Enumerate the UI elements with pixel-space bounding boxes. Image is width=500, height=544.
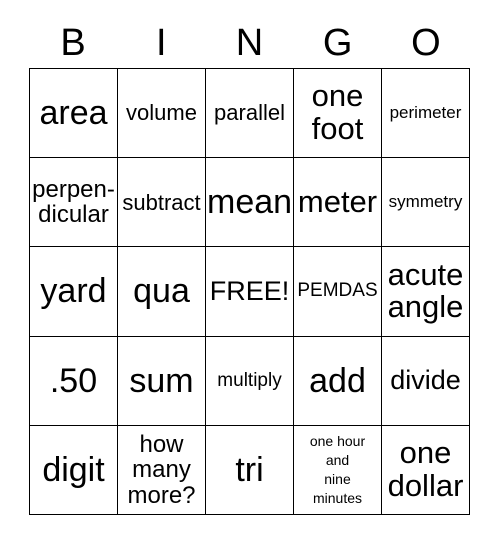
bingo-cell-label: one dollar xyxy=(387,435,464,503)
bingo-cell-label: area xyxy=(39,94,108,133)
bingo-header-letter-i: I xyxy=(156,22,167,64)
bingo-cell[interactable]: one dollar xyxy=(382,425,470,515)
bingo-cell[interactable]: mean xyxy=(206,158,294,248)
bingo-cell-label: one hour and nine minutes xyxy=(309,433,366,506)
bingo-cell[interactable]: volume xyxy=(118,69,206,159)
bingo-cell[interactable]: one foot xyxy=(294,69,382,159)
bingo-cell[interactable]: tri xyxy=(206,425,294,515)
bingo-cell-label: mean xyxy=(207,183,293,222)
bingo-grid: area volume parallel one foot perimeter … xyxy=(29,68,470,515)
bingo-card: B I N G O area volume parallel one foot … xyxy=(0,0,500,544)
bingo-cell[interactable]: one hour and nine minutes xyxy=(294,425,382,515)
bingo-cell[interactable]: qua xyxy=(118,247,206,337)
bingo-cell-label: FREE! xyxy=(209,276,290,307)
bingo-cell-label: divide xyxy=(390,365,461,396)
bingo-cell-label: one foot xyxy=(311,78,364,147)
bingo-cell[interactable]: acute angle xyxy=(382,247,470,337)
bingo-cell-label: yard xyxy=(40,272,107,311)
bingo-header: B I N G O xyxy=(29,18,470,68)
bingo-cell-label: qua xyxy=(133,272,190,311)
bingo-cell[interactable]: PEMDAS xyxy=(294,247,382,337)
bingo-cell[interactable]: sum xyxy=(118,336,206,426)
bingo-cell[interactable]: parallel xyxy=(206,69,294,159)
bingo-header-letter-b: B xyxy=(60,22,86,64)
bingo-cell-label: acute angle xyxy=(387,256,464,325)
bingo-header-letter-o: O xyxy=(411,22,441,64)
bingo-cell[interactable]: meter xyxy=(294,158,382,248)
bingo-cell-label: symmetry xyxy=(388,192,463,212)
bingo-cell[interactable]: yard xyxy=(30,247,118,337)
bingo-cell-label: .50 xyxy=(49,361,98,400)
bingo-cell-label: parallel xyxy=(214,100,285,126)
bingo-cell[interactable]: how many more? xyxy=(118,425,206,515)
bingo-cell[interactable]: symmetry xyxy=(382,158,470,248)
bingo-cell[interactable]: area xyxy=(30,69,118,159)
bingo-cell[interactable]: perpen- dicular xyxy=(30,158,118,248)
bingo-cell-label: perpen- dicular xyxy=(32,175,115,229)
bingo-cell-label: meter xyxy=(297,183,378,219)
bingo-cell[interactable]: divide xyxy=(382,336,470,426)
bingo-cell[interactable]: .50 xyxy=(30,336,118,426)
bingo-cell-label: multiply xyxy=(217,369,282,391)
bingo-cell-label: add xyxy=(309,361,366,400)
bingo-cell[interactable]: digit xyxy=(30,425,118,515)
bingo-header-letter-n: N xyxy=(235,22,264,64)
bingo-cell-label: how many more? xyxy=(127,430,196,509)
bingo-cell-label: digit xyxy=(42,450,105,489)
bingo-cell[interactable]: perimeter xyxy=(382,69,470,159)
bingo-cell[interactable]: multiply xyxy=(206,336,294,426)
bingo-cell-label: sum xyxy=(129,361,194,400)
bingo-cell-label: tri xyxy=(235,450,264,489)
bingo-cell-label: subtract xyxy=(122,189,201,215)
bingo-header-letter-g: G xyxy=(322,22,353,64)
bingo-cell-label: perimeter xyxy=(389,103,462,123)
bingo-cell-label: volume xyxy=(126,100,197,126)
bingo-cell-label: PEMDAS xyxy=(297,280,378,302)
bingo-cell-free[interactable]: FREE! xyxy=(206,247,294,337)
bingo-cell[interactable]: subtract xyxy=(118,158,206,248)
bingo-cell[interactable]: add xyxy=(294,336,382,426)
